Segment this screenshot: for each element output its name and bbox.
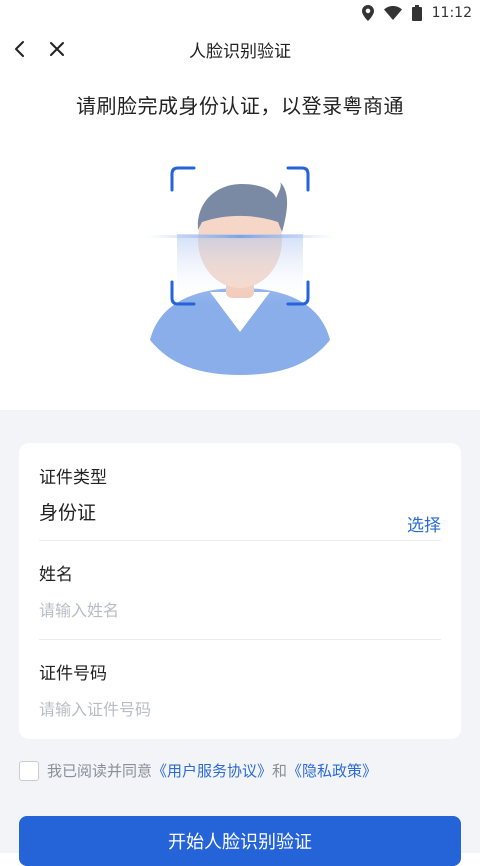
- privacy-policy-link[interactable]: 《隐私政策》: [287, 760, 377, 781]
- id-type-value: 身份证: [39, 502, 97, 524]
- agreement-row: 我已阅读并同意 《用户服务协议》 和 《隐私政策》: [19, 760, 377, 781]
- id-type-row[interactable]: 证件类型 身份证 选择: [39, 463, 441, 536]
- agreement-prefix: 我已阅读并同意: [47, 762, 153, 780]
- wifi-icon: [383, 6, 402, 20]
- page-title: 人脸识别验证: [189, 41, 291, 62]
- identity-form-card: 证件类型 身份证 选择 姓名 请输入姓名 证件号码 请输入证件号码: [19, 443, 461, 739]
- agreement-checkbox[interactable]: [19, 760, 39, 781]
- divider: [39, 540, 441, 541]
- user-agreement-link[interactable]: 《用户服务协议》: [152, 760, 272, 781]
- name-label: 姓名: [39, 565, 73, 585]
- status-time: 11:12: [431, 5, 472, 21]
- location-icon: [361, 5, 374, 21]
- start-face-verification-button[interactable]: 开始人脸识别验证: [19, 816, 461, 866]
- face-scan-illustration: [140, 160, 340, 380]
- select-id-type-button[interactable]: 选择: [407, 511, 441, 536]
- id-type-label: 证件类型: [39, 468, 107, 488]
- verification-instruction: 请刷脸完成身份认证，以登录粤商通: [76, 94, 404, 118]
- divider: [39, 639, 441, 640]
- id-number-label: 证件号码: [39, 664, 107, 684]
- battery-icon: [411, 5, 422, 21]
- id-number-input[interactable]: 请输入证件号码: [39, 696, 441, 720]
- agreement-and: 和: [272, 762, 288, 780]
- id-number-row: 证件号码 请输入证件号码: [39, 659, 441, 720]
- name-input[interactable]: 请输入姓名: [39, 597, 441, 621]
- status-bar: 11:12: [0, 0, 480, 26]
- navbar: 人脸识别验证: [0, 26, 480, 72]
- name-row: 姓名 请输入姓名: [39, 560, 441, 621]
